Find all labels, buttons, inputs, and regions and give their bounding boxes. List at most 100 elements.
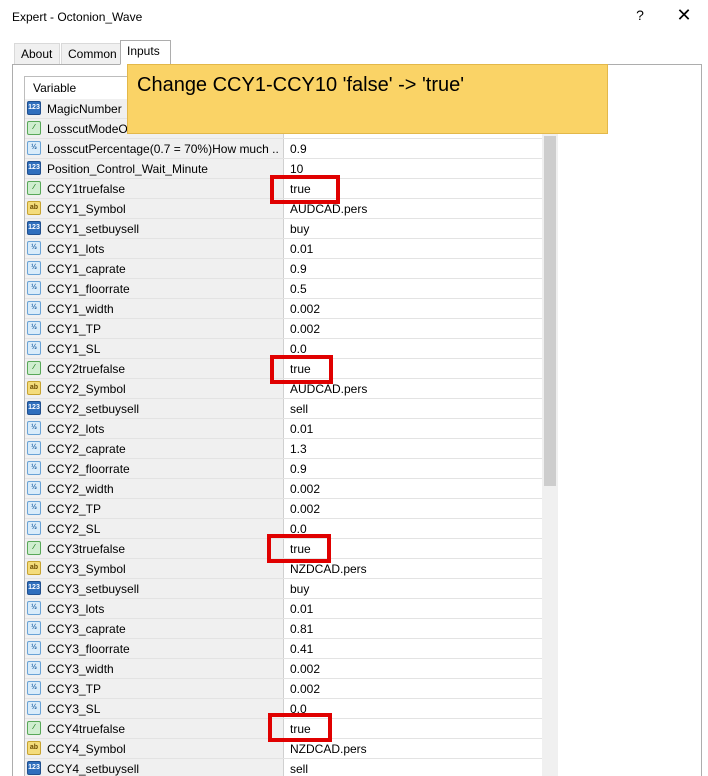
param-value[interactable]: 0.002 [290, 682, 320, 696]
param-value[interactable]: 0.01 [290, 422, 313, 436]
param-value[interactable]: AUDCAD.pers [290, 202, 367, 216]
param-row[interactable]: ½ CCY3_width 0.002 [25, 659, 543, 679]
param-value-cell[interactable]: 0.5 [284, 279, 543, 298]
param-value-cell[interactable]: 0.81 [284, 619, 543, 638]
param-value[interactable]: 1.3 [290, 442, 307, 456]
param-value[interactable]: 0.002 [290, 322, 320, 336]
param-value-cell[interactable]: 0.002 [284, 299, 543, 318]
help-button[interactable]: ? [630, 7, 650, 27]
param-row[interactable]: ⁄ CCY4truefalse true [25, 719, 543, 739]
param-value-cell[interactable]: 0.9 [284, 259, 543, 278]
param-value-cell[interactable]: 0.01 [284, 419, 543, 438]
param-row[interactable]: ½ CCY2_lots 0.01 [25, 419, 543, 439]
param-row[interactable]: ab CCY1_Symbol AUDCAD.pers [25, 199, 543, 219]
param-value[interactable]: 10 [290, 162, 303, 176]
param-value-cell[interactable]: 0.002 [284, 679, 543, 698]
param-value[interactable]: true [290, 182, 311, 196]
close-button[interactable]: ✕ [674, 5, 694, 25]
param-row[interactable]: ½ CCY2_floorrate 0.9 [25, 459, 543, 479]
param-row[interactable]: ½ CCY1_width 0.002 [25, 299, 543, 319]
param-value[interactable]: sell [290, 402, 308, 416]
param-value[interactable]: 0.9 [290, 262, 307, 276]
param-row[interactable]: ½ CCY2_width 0.002 [25, 479, 543, 499]
param-row[interactable]: 123 CCY3_setbuysell buy [25, 579, 543, 599]
param-value[interactable]: 0.81 [290, 622, 313, 636]
param-value[interactable]: NZDCAD.pers [290, 742, 367, 756]
scrollbar-thumb[interactable] [544, 136, 556, 486]
param-value[interactable]: buy [290, 582, 309, 596]
param-row[interactable]: ⁄ CCY1truefalse true [25, 179, 543, 199]
param-row[interactable]: 123 CCY1_setbuysell buy [25, 219, 543, 239]
param-value-cell[interactable]: 0.0 [284, 519, 543, 538]
param-value-cell[interactable]: true [284, 539, 543, 558]
param-value[interactable]: 0.01 [290, 242, 313, 256]
param-value[interactable]: 0.002 [290, 662, 320, 676]
param-row[interactable]: ab CCY3_Symbol NZDCAD.pers [25, 559, 543, 579]
param-row[interactable]: ⁄ CCY2truefalse true [25, 359, 543, 379]
param-row[interactable]: 123 CCY4_setbuysell sell [25, 759, 543, 776]
param-value[interactable]: true [290, 362, 311, 376]
param-value-cell[interactable]: NZDCAD.pers [284, 559, 543, 578]
param-row[interactable]: ½ CCY3_SL 0.0 [25, 699, 543, 719]
param-value[interactable]: 0.002 [290, 482, 320, 496]
param-value-cell[interactable]: true [284, 359, 543, 378]
param-row[interactable]: ½ CCY1_SL 0.0 [25, 339, 543, 359]
tab-about[interactable]: About [14, 43, 60, 64]
vertical-scrollbar[interactable] [542, 96, 558, 776]
param-value-cell[interactable]: 0.002 [284, 499, 543, 518]
param-value-cell[interactable]: 0.41 [284, 639, 543, 658]
param-value-cell[interactable]: 10 [284, 159, 543, 178]
param-value[interactable]: buy [290, 222, 309, 236]
param-value-cell[interactable]: 0.9 [284, 139, 543, 158]
param-value[interactable]: sell [290, 762, 308, 776]
param-value-cell[interactable]: true [284, 719, 543, 738]
param-value[interactable]: 0.5 [290, 282, 307, 296]
param-value[interactable]: 0.002 [290, 302, 320, 316]
param-value-cell[interactable]: sell [284, 399, 543, 418]
param-value[interactable]: AUDCAD.pers [290, 382, 367, 396]
param-value-cell[interactable]: true [284, 179, 543, 198]
param-value[interactable]: 0.9 [290, 462, 307, 476]
param-value-cell[interactable]: 0.01 [284, 599, 543, 618]
param-value[interactable]: 0.002 [290, 502, 320, 516]
param-value[interactable]: 0.01 [290, 602, 313, 616]
param-row[interactable]: ½ CCY3_TP 0.002 [25, 679, 543, 699]
tab-inputs[interactable]: Inputs [120, 40, 171, 65]
param-value-cell[interactable]: 0.002 [284, 659, 543, 678]
param-value[interactable]: true [290, 722, 311, 736]
param-row[interactable]: 123 Position_Control_Wait_Minute 10 [25, 159, 543, 179]
param-value-cell[interactable]: sell [284, 759, 543, 776]
param-value-cell[interactable]: 0.002 [284, 479, 543, 498]
param-value-cell[interactable]: 0.002 [284, 319, 543, 338]
param-row[interactable]: ½ CCY2_SL 0.0 [25, 519, 543, 539]
param-row[interactable]: ½ CCY2_TP 0.002 [25, 499, 543, 519]
param-row[interactable]: ⁄ CCY3truefalse true [25, 539, 543, 559]
param-value[interactable]: 0.0 [290, 342, 307, 356]
param-value[interactable]: 0.0 [290, 522, 307, 536]
param-value-cell[interactable]: NZDCAD.pers [284, 739, 543, 758]
param-row[interactable]: ½ CCY1_lots 0.01 [25, 239, 543, 259]
param-value-cell[interactable]: buy [284, 219, 543, 238]
param-value[interactable]: 0.41 [290, 642, 313, 656]
tab-common[interactable]: Common [61, 43, 121, 64]
param-value-cell[interactable]: buy [284, 579, 543, 598]
param-value-cell[interactable]: 1.3 [284, 439, 543, 458]
param-value-cell[interactable]: 0.01 [284, 239, 543, 258]
param-value[interactable]: true [290, 542, 311, 556]
param-value-cell[interactable]: 0.0 [284, 339, 543, 358]
param-row[interactable]: ½ LosscutPercentage(0.7 = 70%)How much ..… [25, 139, 543, 159]
param-value-cell[interactable]: 0.0 [284, 699, 543, 718]
param-row[interactable]: ½ CCY3_floorrate 0.41 [25, 639, 543, 659]
param-row[interactable]: ½ CCY3_caprate 0.81 [25, 619, 543, 639]
param-value-cell[interactable]: AUDCAD.pers [284, 199, 543, 218]
param-row[interactable]: ½ CCY1_TP 0.002 [25, 319, 543, 339]
param-value[interactable]: 0.9 [290, 142, 307, 156]
param-row[interactable]: ½ CCY1_floorrate 0.5 [25, 279, 543, 299]
param-row[interactable]: ½ CCY3_lots 0.01 [25, 599, 543, 619]
param-row[interactable]: ab CCY2_Symbol AUDCAD.pers [25, 379, 543, 399]
param-row[interactable]: ab CCY4_Symbol NZDCAD.pers [25, 739, 543, 759]
param-value[interactable]: 0.0 [290, 702, 307, 716]
param-value-cell[interactable]: AUDCAD.pers [284, 379, 543, 398]
param-value[interactable]: NZDCAD.pers [290, 562, 367, 576]
param-value-cell[interactable]: 0.9 [284, 459, 543, 478]
